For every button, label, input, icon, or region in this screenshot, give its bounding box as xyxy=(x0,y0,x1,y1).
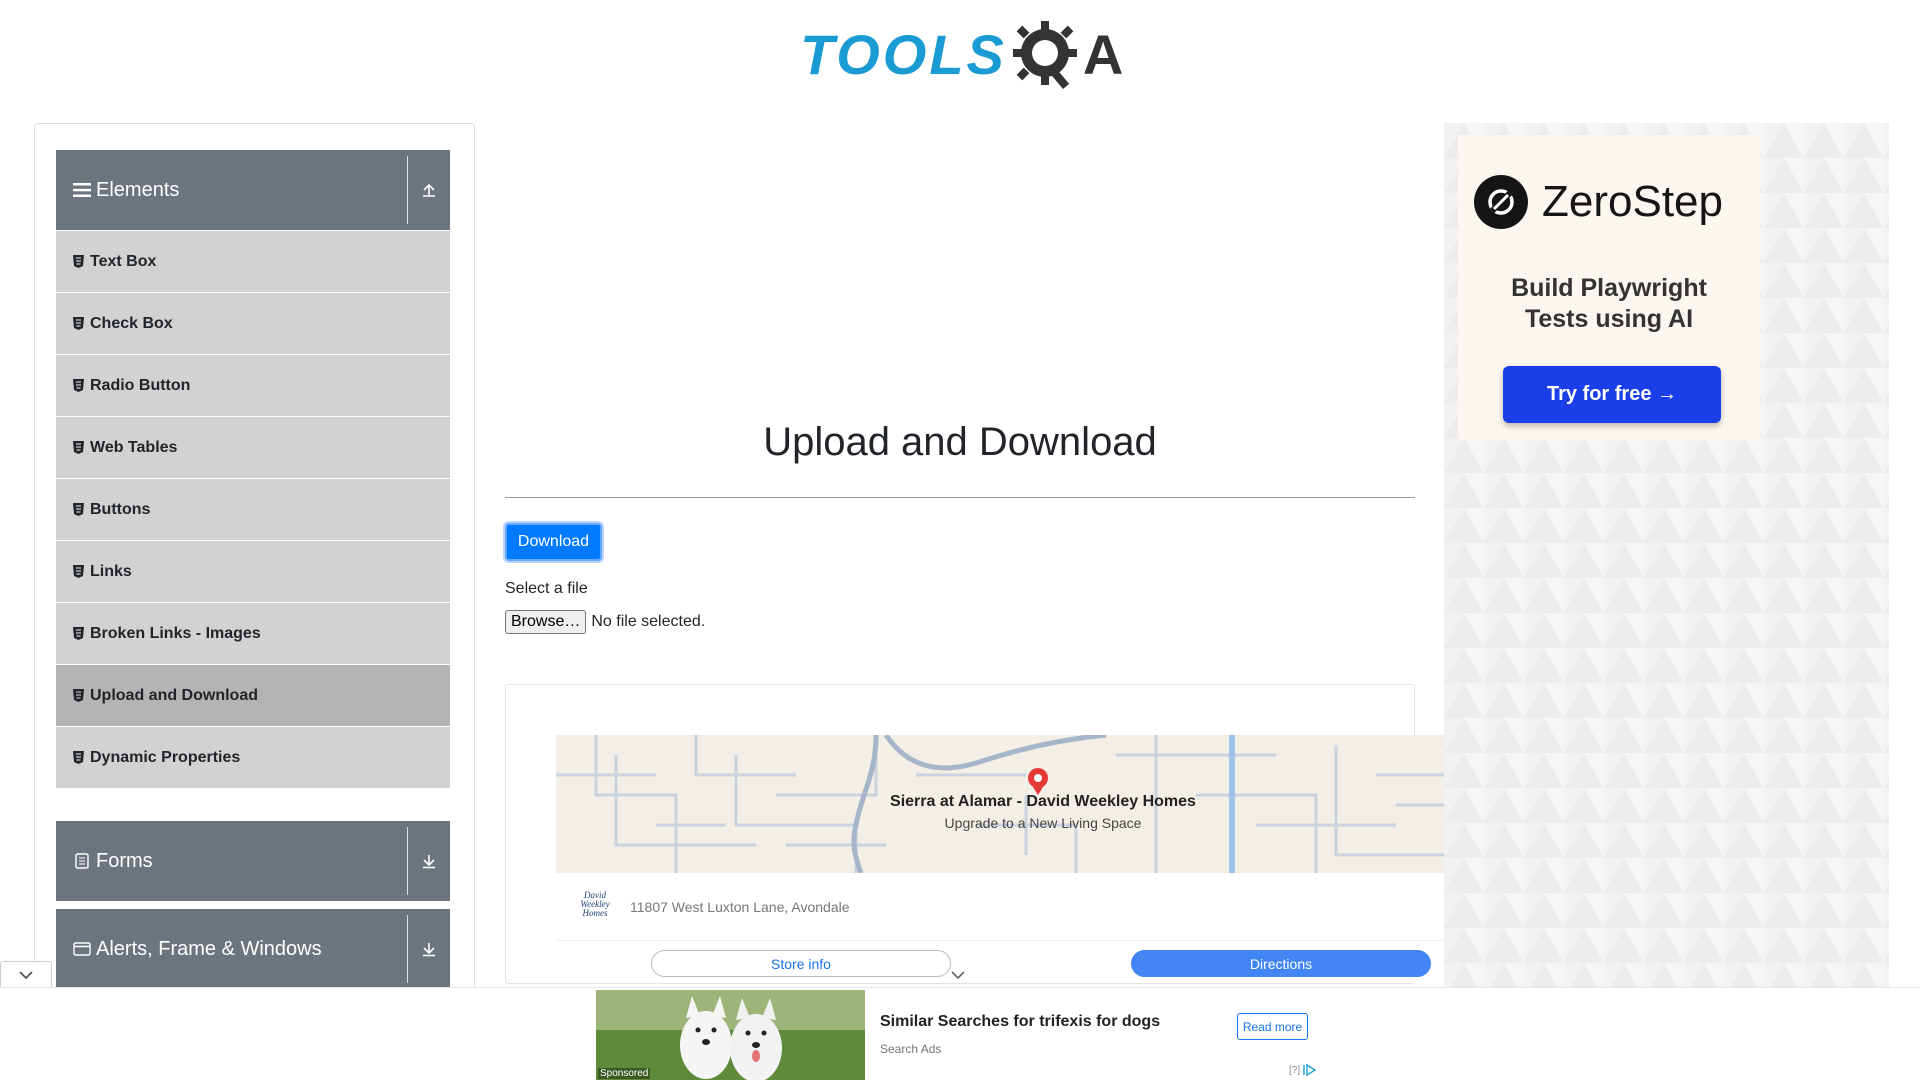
menu-item-icon xyxy=(72,503,84,517)
toolsqa-logo[interactable]: TOOLS A xyxy=(800,14,1125,94)
hamburger-icon xyxy=(73,182,91,198)
group-header-alerts[interactable]: Alerts, Frame & Windows xyxy=(56,909,450,989)
menu-item-web-tables[interactable]: Web Tables xyxy=(56,416,450,478)
sponsored-label: Sponsored xyxy=(598,1068,651,1079)
menu-item-dynamic-properties[interactable]: Dynamic Properties xyxy=(56,726,450,788)
menu-item-icon xyxy=(72,317,84,331)
title-divider xyxy=(505,497,1415,498)
menu-item-label: Web Tables xyxy=(90,438,178,456)
form-icon xyxy=(73,853,91,869)
menu-item-upload-download[interactable]: Upload and Download xyxy=(56,664,450,726)
download-button[interactable]: Download xyxy=(505,523,602,561)
menu-item-label: Text Box xyxy=(90,252,157,270)
group-header-elements[interactable]: Elements xyxy=(56,150,450,230)
group-title: Forms xyxy=(96,849,153,872)
menu-item-links[interactable]: Links xyxy=(56,540,450,602)
expand-down-icon[interactable] xyxy=(407,827,450,895)
zerostep-ad-card[interactable]: ZeroStep Build Playwright Tests using AI… xyxy=(1458,135,1760,440)
gear-magnifier-icon xyxy=(1009,15,1087,93)
ad-title[interactable]: Similar Searches for trifexis for dogs xyxy=(880,1013,1160,1031)
menu-item-broken-links[interactable]: Broken Links - Images xyxy=(56,602,450,664)
file-upload-input[interactable]: Browse… No file selected. xyxy=(505,610,705,634)
read-more-button[interactable]: Read more xyxy=(1237,1013,1308,1040)
menu-item-text-box[interactable]: Text Box xyxy=(56,230,450,292)
collapse-ad-button[interactable] xyxy=(0,961,52,987)
menu-item-radio-button[interactable]: Radio Button xyxy=(56,354,450,416)
place-name: Sierra at Alamar - David Weekley Homes xyxy=(890,793,1196,810)
group-header-forms[interactable]: Forms xyxy=(56,821,450,901)
chevron-down-icon xyxy=(19,970,33,979)
zerostep-logo-icon xyxy=(1474,175,1528,229)
address-row: David Weekley Homes 11807 West Luxton La… xyxy=(556,873,1445,941)
zerostep-brand: ZeroStep xyxy=(1474,175,1723,229)
file-status-text: No file selected. xyxy=(591,613,706,630)
menu-item-icon xyxy=(72,627,84,641)
tagline-line-1: Build Playwright xyxy=(1511,274,1707,302)
chevron-down-icon[interactable] xyxy=(950,970,966,980)
logo-text-tools: TOOLS xyxy=(800,22,1007,86)
group-title: Elements xyxy=(96,178,180,201)
directions-button[interactable]: Directions xyxy=(1131,950,1431,977)
place-subtitle: Upgrade to a New Living Space xyxy=(944,815,1142,831)
page-title: Upload and Download xyxy=(763,420,1157,464)
tagline-line-2: Tests using AI xyxy=(1524,305,1694,333)
select-file-label: Select a file xyxy=(505,580,588,597)
ad-image-dogs[interactable]: Sponsored xyxy=(596,990,865,1080)
group-title: Alerts, Frame & Windows xyxy=(96,937,322,960)
ad-source: Search Ads xyxy=(880,1042,942,1056)
ad-choices[interactable]: [?] xyxy=(1289,1064,1317,1076)
menu-item-label: Radio Button xyxy=(90,376,191,394)
menu-item-label: Check Box xyxy=(90,314,173,332)
site-header: TOOLS A xyxy=(0,0,1920,110)
advertiser-logo: David Weekley Homes xyxy=(580,889,610,918)
store-info-button[interactable]: Store info xyxy=(651,950,951,977)
map-info-panel: David Weekley Homes 11807 West Luxton La… xyxy=(556,873,1445,983)
collapse-up-icon[interactable] xyxy=(407,156,450,224)
menu-item-icon xyxy=(72,255,84,269)
expand-down-icon[interactable] xyxy=(407,915,450,983)
address-text: 11807 West Luxton Lane, Avondale xyxy=(630,898,850,915)
menu-item-label: Upload and Download xyxy=(90,686,258,704)
menu-item-label: Links xyxy=(90,562,132,580)
bottom-ad-bar xyxy=(0,987,1920,1080)
ad-help-link[interactable]: [?] xyxy=(1289,1065,1300,1076)
menu-item-check-box[interactable]: Check Box xyxy=(56,292,450,354)
zerostep-name: ZeroStep xyxy=(1542,177,1723,226)
menu-item-icon xyxy=(72,565,84,579)
menu-item-label: Buttons xyxy=(90,500,151,518)
menu-item-icon xyxy=(72,379,84,393)
try-for-free-button[interactable]: Try for free → xyxy=(1503,366,1721,423)
dogs-illustration xyxy=(596,990,865,1080)
browse-button[interactable]: Browse… xyxy=(505,610,587,634)
menu-item-icon xyxy=(72,441,84,455)
menu-item-buttons[interactable]: Buttons xyxy=(56,478,450,540)
logo-text-a: A xyxy=(1082,22,1124,86)
menu-item-icon xyxy=(72,751,84,765)
map-view[interactable]: Sierra at Alamar - David Weekley Homes U… xyxy=(556,735,1445,873)
zerostep-tagline: Build Playwright Tests using AI xyxy=(1458,273,1760,335)
left-sidebar: Elements Text Box Check Box Radio Button… xyxy=(34,123,475,1003)
menu-item-icon xyxy=(72,689,84,703)
right-ad-panel[interactable]: ZeroStep Build Playwright Tests using AI… xyxy=(1444,123,1889,1003)
menu-item-label: Dynamic Properties xyxy=(90,748,241,766)
adchoices-icon xyxy=(1303,1064,1317,1076)
window-icon xyxy=(73,941,91,957)
menu-item-label: Broken Links - Images xyxy=(90,624,261,642)
